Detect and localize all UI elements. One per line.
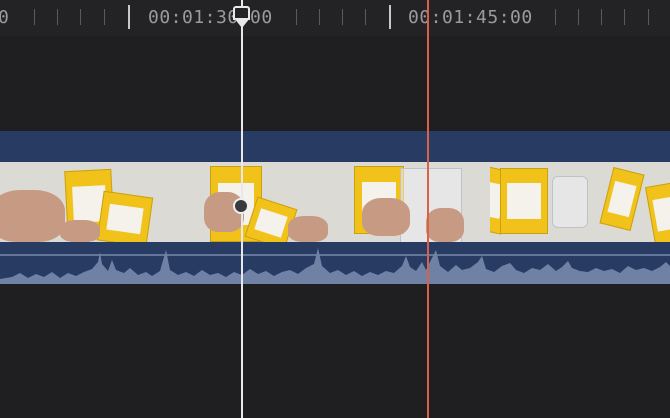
playhead-pointer (234, 18, 250, 28)
ruler-tick (319, 9, 320, 25)
ruler-tick (578, 9, 579, 25)
ruler-major-tick (128, 5, 130, 29)
ruler-tick (365, 9, 366, 25)
audio-waveform[interactable] (0, 242, 670, 284)
skimmer-line (427, 0, 429, 418)
ruler-tick (80, 9, 81, 25)
ruler-tick (34, 9, 35, 25)
clip-frame (490, 162, 670, 242)
clip-frame (204, 162, 348, 242)
waveform-graphic (0, 248, 670, 284)
ruler-tick (648, 9, 649, 25)
ruler-tick (601, 9, 602, 25)
ruler-timecode: 00:01:30:00 (148, 7, 273, 28)
ruler-tick (296, 9, 297, 25)
ruler-tick (342, 9, 343, 25)
empty-track-area-top[interactable] (0, 36, 670, 131)
clip-frame (348, 162, 490, 242)
ruler-tick (104, 9, 105, 25)
clip-title-bar[interactable] (0, 131, 670, 162)
ruler-tick (624, 9, 625, 25)
ruler-tick (57, 9, 58, 25)
ruler-tick (555, 9, 556, 25)
playhead-clip-marker[interactable] (233, 198, 249, 214)
clip-filmstrip[interactable] (0, 162, 670, 242)
ruler-major-tick (389, 5, 391, 29)
clip-frame (0, 162, 204, 242)
empty-track-area-bottom[interactable] (0, 284, 670, 418)
timeline-ruler[interactable]: 0 00:01:30:00 00:01:45:00 (0, 0, 670, 36)
ruler-timecode-partial: 0 (0, 7, 10, 28)
